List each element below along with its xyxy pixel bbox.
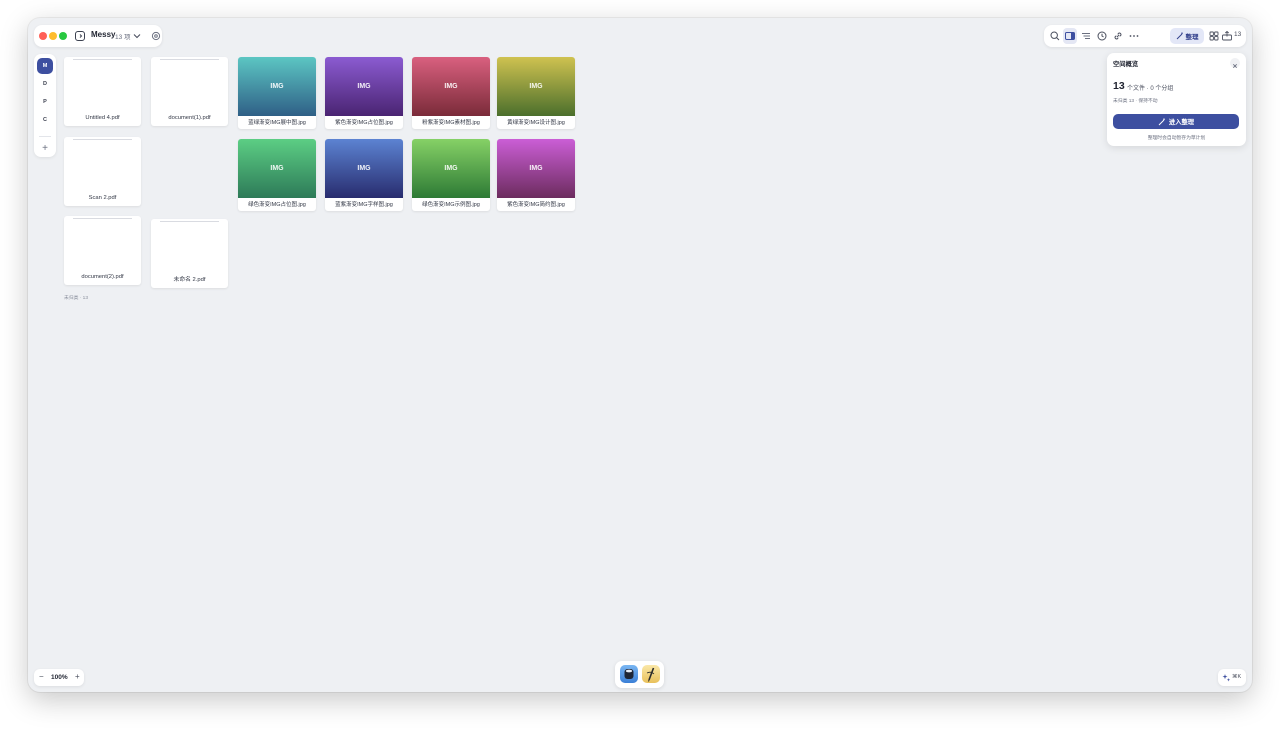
file-name: 蓝紫渐变IMG字样图.jpg — [335, 202, 393, 208]
image-thumbnail: IMG — [412, 139, 490, 198]
link-icon[interactable] — [1112, 30, 1124, 42]
organize-label: 整理 — [1185, 34, 1199, 41]
file-card-pdf[interactable]: Untitled 4.pdf — [64, 57, 141, 126]
rail-item-c[interactable]: C — [37, 112, 53, 128]
chevron-down-icon[interactable] — [132, 31, 142, 41]
sparkle-icon — [1222, 674, 1231, 682]
enter-organize-button[interactable]: 进入整理 — [1113, 114, 1239, 129]
pdf-preview — [160, 221, 219, 222]
pen-app-icon[interactable] — [642, 665, 660, 683]
organize-button[interactable]: 整理 — [1170, 28, 1204, 44]
pdf-preview — [73, 218, 132, 219]
zoom-in-button[interactable]: + — [75, 672, 80, 681]
pen-icon — [646, 667, 655, 682]
minimize-window-button[interactable] — [49, 32, 57, 40]
file-name: 紫色渐变IMG简约图.jpg — [507, 202, 565, 208]
sidebar-view-icon[interactable] — [1064, 30, 1076, 42]
more-icon[interactable] — [1128, 30, 1140, 42]
space-overview-panel: 空间概览 13 个文件 · 0 个分组 未归类 13 · 保持不动 进入整理 整… — [1107, 53, 1246, 146]
share-icon[interactable] — [1221, 30, 1233, 42]
wand-icon — [1158, 118, 1165, 125]
close-panel-button[interactable] — [1230, 58, 1240, 69]
list-view-icon[interactable] — [1080, 30, 1092, 42]
panel-title: 空间概览 — [1113, 61, 1139, 68]
app-dock — [615, 661, 664, 688]
image-thumbnail: IMG — [238, 57, 316, 116]
file-name: 绿色渐变IMG示例图.jpg — [422, 202, 480, 208]
close-window-button[interactable] — [39, 32, 47, 40]
space-name: Messy — [91, 30, 116, 39]
pdf-preview — [160, 59, 219, 60]
rail-item-p[interactable]: P — [37, 94, 53, 110]
panel-hint: 整理时会自动暂存为草计划 — [1147, 136, 1206, 141]
finder-app-icon[interactable] — [620, 665, 638, 683]
pdf-preview — [73, 59, 132, 60]
image-thumbnail: IMG — [238, 139, 316, 198]
add-space-button[interactable]: + — [37, 141, 53, 155]
file-card-pdf[interactable]: Scan 2.pdf — [64, 137, 141, 206]
gear-icon[interactable] — [150, 30, 162, 42]
file-card-image[interactable]: IMG 蓝绿渐变IMG展中图.jpg — [238, 57, 316, 129]
file-card-image[interactable]: IMG 黄绿渐变IMG设计图.jpg — [497, 57, 575, 129]
file-total: 13 — [1113, 80, 1125, 92]
assistant-shortcut: ⌘K — [1232, 674, 1242, 680]
wand-icon — [1176, 32, 1183, 40]
file-card-image[interactable]: IMG 紫色渐变IMG占位图.jpg — [325, 57, 403, 129]
file-card-image[interactable]: IMG 紫色渐变IMG简约图.jpg — [497, 139, 575, 211]
space-item-count: 13 项 — [115, 34, 131, 41]
app-window: Messy 13 项 整理 13 M D P C + Untitled 4.pd… — [28, 18, 1252, 692]
file-total-label: 个文件 · 0 个分组 — [1127, 86, 1174, 92]
file-name: 紫色渐变IMG占位图.jpg — [335, 120, 393, 126]
file-name: document(2).pdf — [81, 274, 124, 280]
zoom-window-button[interactable] — [59, 32, 67, 40]
rail-item-d[interactable]: D — [37, 76, 53, 92]
search-icon[interactable] — [1049, 30, 1061, 42]
file-card-image[interactable]: IMG 粉紫渐变IMG素材图.jpg — [412, 57, 490, 129]
image-thumbnail: IMG — [325, 57, 403, 116]
zoom-level: 100% — [51, 674, 68, 681]
file-name: Untitled 4.pdf — [85, 115, 120, 121]
rail-divider — [39, 136, 51, 137]
image-thumbnail: IMG — [497, 57, 575, 116]
space-icon — [75, 31, 85, 41]
unarchived-count: 未归类 · 13 — [64, 296, 88, 301]
close-icon — [1232, 63, 1238, 69]
assistant-button[interactable]: ⌘K — [1218, 669, 1246, 686]
image-thumbnail: IMG — [325, 139, 403, 198]
file-card-pdf[interactable]: 未命名 2.pdf — [151, 219, 228, 288]
file-card-pdf[interactable]: document(2).pdf — [64, 216, 141, 285]
pdf-preview — [73, 139, 132, 140]
space-rail: M D P C + — [34, 54, 56, 157]
image-thumbnail: IMG — [412, 57, 490, 116]
top-toolbar: 整理 13 — [1044, 25, 1246, 47]
file-card-pdf[interactable]: document(1).pdf — [151, 57, 228, 126]
file-card-image[interactable]: IMG 绿色渐变IMG示例图.jpg — [412, 139, 490, 211]
file-card-image[interactable]: IMG 蓝紫渐变IMG字样图.jpg — [325, 139, 403, 211]
file-card-image[interactable]: IMG 绿色渐变IMG占位图.jpg — [238, 139, 316, 211]
zoom-out-button[interactable]: − — [39, 672, 44, 681]
file-name: 绿色渐变IMG占位图.jpg — [248, 202, 306, 208]
space-switcher[interactable]: Messy 13 项 — [34, 25, 162, 47]
image-thumbnail: IMG — [497, 139, 575, 198]
file-name: 未命名 2.pdf — [173, 277, 206, 283]
enter-organize-label: 进入整理 — [1168, 119, 1195, 126]
zoom-control: − 100% + — [34, 669, 84, 686]
file-name: 黄绿渐变IMG设计图.jpg — [507, 120, 565, 126]
rail-item-m[interactable]: M — [37, 58, 53, 74]
file-name: 粉紫渐变IMG素材图.jpg — [422, 120, 480, 126]
file-name: document(1).pdf — [168, 115, 211, 121]
share-count: 13 — [1234, 31, 1242, 38]
file-name: Scan 2.pdf — [88, 195, 117, 201]
panel-status: 未归类 13 · 保持不动 — [1113, 99, 1158, 104]
drive-icon — [624, 669, 634, 679]
grid-view-icon[interactable] — [1208, 30, 1220, 42]
file-name: 蓝绿渐变IMG展中图.jpg — [248, 120, 306, 126]
history-icon[interactable] — [1096, 30, 1108, 42]
